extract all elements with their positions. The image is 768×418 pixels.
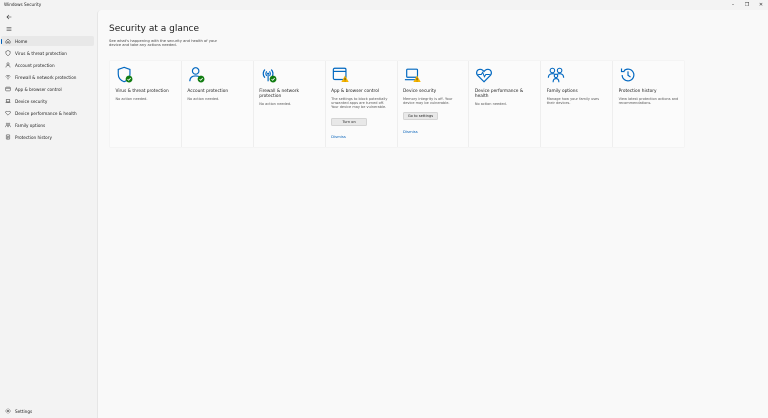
wifi-icon: [4, 73, 12, 81]
sidebar-item-device-security[interactable]: Device security: [1, 96, 94, 106]
laptop-icon: [4, 97, 12, 105]
window-title: Windows Security: [4, 2, 42, 7]
sidebar-item-label: Account protection: [15, 62, 55, 68]
card-title: Device performance & health: [474, 89, 524, 99]
page-title: Security at a glance: [109, 24, 200, 34]
card-description: No action needed.: [474, 101, 507, 106]
card-virus-threat[interactable]: Virus & threat protection No action need…: [110, 61, 181, 147]
sidebar-item-home[interactable]: Home: [1, 36, 94, 46]
family-icon: [548, 67, 565, 83]
card-description: No action needed.: [187, 96, 220, 101]
card-title: Firewall & network protection: [259, 89, 299, 99]
card-description: The settings to block potentially unwant…: [331, 96, 388, 109]
main-content: Security at a glance See what's happenin…: [97, 10, 768, 418]
card-account[interactable]: Account protection No action needed.: [181, 61, 253, 147]
shield-icon: [4, 49, 12, 57]
turn-on-button[interactable]: Turn on: [331, 117, 368, 126]
sidebar-item-label: Device performance & health: [15, 110, 77, 116]
sidebar-item-app-browser[interactable]: App & browser control: [1, 84, 94, 94]
browser-warning-icon: [332, 67, 349, 83]
dismiss-link[interactable]: Dismiss: [331, 134, 346, 139]
card-device-performance[interactable]: Device performance & health No action ne…: [469, 61, 541, 147]
settings-label: Settings: [15, 408, 33, 414]
status-cards: Virus & threat protection No action need…: [110, 61, 684, 147]
history-icon: [4, 133, 12, 141]
back-button[interactable]: [4, 12, 14, 22]
sidebar-item-label: Firewall & network protection: [15, 74, 77, 80]
sidebar-item-family[interactable]: Family options: [1, 120, 94, 130]
card-title: Family options: [546, 89, 578, 94]
sidebar-item-label: Home: [15, 38, 28, 44]
back-arrow-icon: [6, 14, 12, 20]
close-button[interactable]: ✕: [754, 0, 768, 10]
card-family[interactable]: Family options Manage how your family us…: [541, 61, 613, 147]
title-bar: Windows Security – ❐ ✕: [0, 0, 768, 10]
person-icon: [4, 61, 12, 69]
sidebar-item-firewall[interactable]: Firewall & network protection: [1, 72, 94, 82]
settings-button[interactable]: Settings: [1, 406, 94, 416]
sidebar-item-device-performance[interactable]: Device performance & health: [1, 108, 94, 118]
card-title: Protection history: [618, 89, 657, 94]
wifi-check-icon: [262, 69, 277, 83]
minimize-icon: –: [731, 2, 735, 8]
card-device-security[interactable]: Device security Memory integrity is off.…: [397, 61, 469, 147]
go-to-settings-button[interactable]: Go to settings: [403, 111, 438, 120]
active-indicator: [1, 38, 3, 44]
sidebar-item-label: Protection history: [15, 134, 52, 140]
card-title: App & browser control: [331, 89, 380, 94]
card-protection-history[interactable]: Protection history View latest protectio…: [613, 61, 684, 147]
sidebar-item-account[interactable]: Account protection: [1, 60, 94, 70]
card-description: Memory integrity is off. Your device may…: [403, 96, 453, 105]
history-icon: [621, 68, 635, 82]
heart-icon: [4, 109, 12, 117]
sidebar: Home Virus & threat protection Account p…: [0, 10, 96, 418]
gear-icon: [4, 407, 12, 415]
family-icon: [4, 121, 12, 129]
card-firewall[interactable]: Firewall & network protection No action …: [253, 61, 325, 147]
home-icon: [4, 37, 12, 45]
card-title: Virus & threat protection: [115, 89, 169, 94]
dismiss-link[interactable]: Dismiss: [403, 129, 418, 134]
card-description: No action needed.: [259, 101, 292, 106]
sidebar-item-label: Family options: [15, 122, 46, 128]
sidebar-item-protection-history[interactable]: Protection history: [1, 132, 94, 142]
maximize-button[interactable]: ❐: [740, 0, 754, 10]
sidebar-item-label: Virus & threat protection: [15, 50, 67, 56]
shield-check-icon: [117, 66, 133, 83]
maximize-icon: ❐: [744, 2, 750, 8]
card-description: View latest protection actions and recom…: [618, 96, 679, 105]
sidebar-item-label: Device security: [15, 98, 48, 104]
close-icon: ✕: [758, 2, 764, 8]
card-description: No action needed.: [115, 96, 148, 101]
card-title: Device security: [403, 89, 437, 94]
card-title: Account protection: [187, 89, 229, 94]
card-description: Manage how your family uses their device…: [546, 96, 600, 105]
heart-pulse-icon: [476, 68, 493, 83]
browser-window-icon: [4, 85, 12, 93]
menu-button[interactable]: [4, 24, 14, 34]
card-app-browser[interactable]: App & browser control The settings to bl…: [325, 61, 397, 147]
minimize-button[interactable]: –: [726, 0, 740, 10]
hamburger-icon: [6, 27, 12, 31]
sidebar-item-label: App & browser control: [15, 86, 62, 92]
laptop-warning-icon: [404, 68, 421, 83]
sidebar-item-virus-threat[interactable]: Virus & threat protection: [1, 48, 94, 58]
person-check-icon: [189, 67, 205, 83]
page-subtitle: See what's happening with the security a…: [109, 39, 218, 48]
